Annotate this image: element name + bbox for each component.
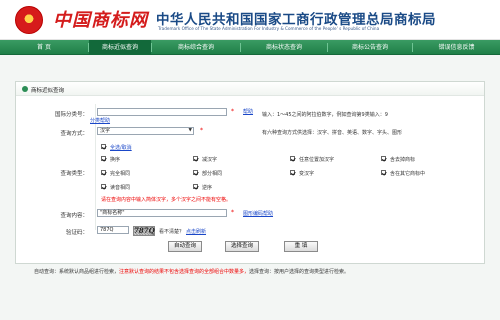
footer-note-prefix: 自动查询：系统默认商品组进行检索， <box>34 269 120 275</box>
emblem-star: ★ <box>24 15 34 25</box>
graphic-code-help-link[interactable]: 图形编码帮助 <box>243 210 273 217</box>
type-option-label: 读音相同 <box>110 185 131 191</box>
type-checkbox[interactable] <box>290 170 295 175</box>
footer-note: 自动查询：系统默认商品组进行检索，注意默认查询的结果不包含选择查询的全部组合中数… <box>34 268 474 275</box>
nav-announcement-search[interactable]: 商标公告查询 <box>328 40 412 55</box>
captcha-refresh-link[interactable]: 点击刷新 <box>186 228 206 235</box>
required-star: * <box>200 127 203 134</box>
type-checkbox[interactable] <box>193 170 198 175</box>
class-note: 输入：1～45之间的阿拉伯数字，例如查询第9类输入：9 <box>262 112 388 118</box>
type-checkbox[interactable] <box>101 184 106 189</box>
type-option-label: 换序 <box>110 157 121 163</box>
org-name-en: Trademark Office of The State Administra… <box>158 26 380 31</box>
captcha-image: 787Q <box>133 226 155 236</box>
required-star: * <box>231 108 234 115</box>
type-option-label: 逆序 <box>202 185 213 191</box>
national-emblem-icon: ★ <box>15 6 43 34</box>
type-label: 查询类型： <box>60 171 88 177</box>
site-header: ★ 中国商标网 中华人民共和国国家工商行政管理总局商标局 Trademark O… <box>0 0 500 40</box>
site-logo[interactable]: 中国商标网 <box>53 6 148 32</box>
nav-comprehensive-search[interactable]: 商标综合查询 <box>152 40 240 55</box>
type-checkbox[interactable] <box>193 184 198 189</box>
nav-similar-search[interactable]: 商标近似查询 <box>89 40 151 55</box>
select-all-link[interactable]: 全选/取消 <box>110 144 132 151</box>
class-label: 国际分类号： <box>54 112 88 118</box>
panel-title: 商标近似查询 <box>31 87 65 94</box>
method-note: 有六种查询方式供选择：汉字、拼音、英语、数字、字头、图形 <box>262 130 403 136</box>
class-input[interactable] <box>97 108 227 116</box>
class-help-link[interactable]: 分类帮助 <box>90 117 110 124</box>
content-label: 查询内容： <box>60 213 88 219</box>
chevron-down-icon: ▼ <box>188 128 192 133</box>
type-option-label: 含在其它商标中 <box>390 171 426 177</box>
select-all-checkbox[interactable] <box>101 144 106 149</box>
panel-bullet-icon <box>22 86 28 92</box>
select-search-button[interactable]: 选择查询 <box>225 241 259 252</box>
type-option-label: 减汉字 <box>202 157 218 163</box>
method-select-value: 汉字 <box>100 128 111 134</box>
type-option-label: 含去掉商标 <box>390 157 416 163</box>
nav-home[interactable]: 首 页 <box>0 40 88 55</box>
type-checkbox[interactable] <box>101 170 106 175</box>
method-label: 查询方式： <box>60 131 88 137</box>
content-input[interactable]: "商标名称" <box>97 209 227 217</box>
type-warning: 请在查询内容中输入简体汉字，多个汉字之间不能有空格。 <box>101 197 232 203</box>
required-star: * <box>231 209 234 216</box>
auto-search-button[interactable]: 自动查询 <box>168 241 202 252</box>
nav-status-search[interactable]: 商标状态查询 <box>241 40 327 55</box>
type-option-label: 任意位置加汉字 <box>299 157 335 163</box>
footer-note-suffix: 选择查询：按用户选择的查询类型进行检索。 <box>249 269 350 275</box>
captcha-hint: 看不清楚？ <box>159 229 185 235</box>
type-checkbox[interactable] <box>101 156 106 161</box>
type-checkbox[interactable] <box>290 156 295 161</box>
nav-error-feedback[interactable]: 错误信息反馈 <box>413 40 500 55</box>
org-name-cn: 中华人民共和国国家工商行政管理总局商标局 <box>156 12 436 28</box>
type-option-label: 变汉字 <box>299 171 315 177</box>
help-link[interactable]: 帮助 <box>243 108 253 115</box>
main-nav: 首 页 商标近似查询 商标综合查询 商标状态查询 商标公告查询 错误信息反馈 <box>0 40 500 55</box>
type-option-label: 部分相同 <box>202 171 223 177</box>
method-select[interactable]: 汉字 ▼ <box>97 127 194 135</box>
footer-note-highlight: 注意默认查询的结果不包含选择查询的全部组合中数量多， <box>119 269 250 275</box>
captcha-input[interactable]: 787Q <box>97 226 129 234</box>
type-checkbox[interactable] <box>381 156 386 161</box>
type-option-label: 完全相同 <box>110 171 131 177</box>
type-checkbox[interactable] <box>193 156 198 161</box>
panel-header: 商标近似查询 <box>16 82 484 96</box>
captcha-label: 验证码： <box>65 230 88 236</box>
reset-button[interactable]: 重 填 <box>284 241 318 252</box>
type-checkbox[interactable] <box>381 170 386 175</box>
